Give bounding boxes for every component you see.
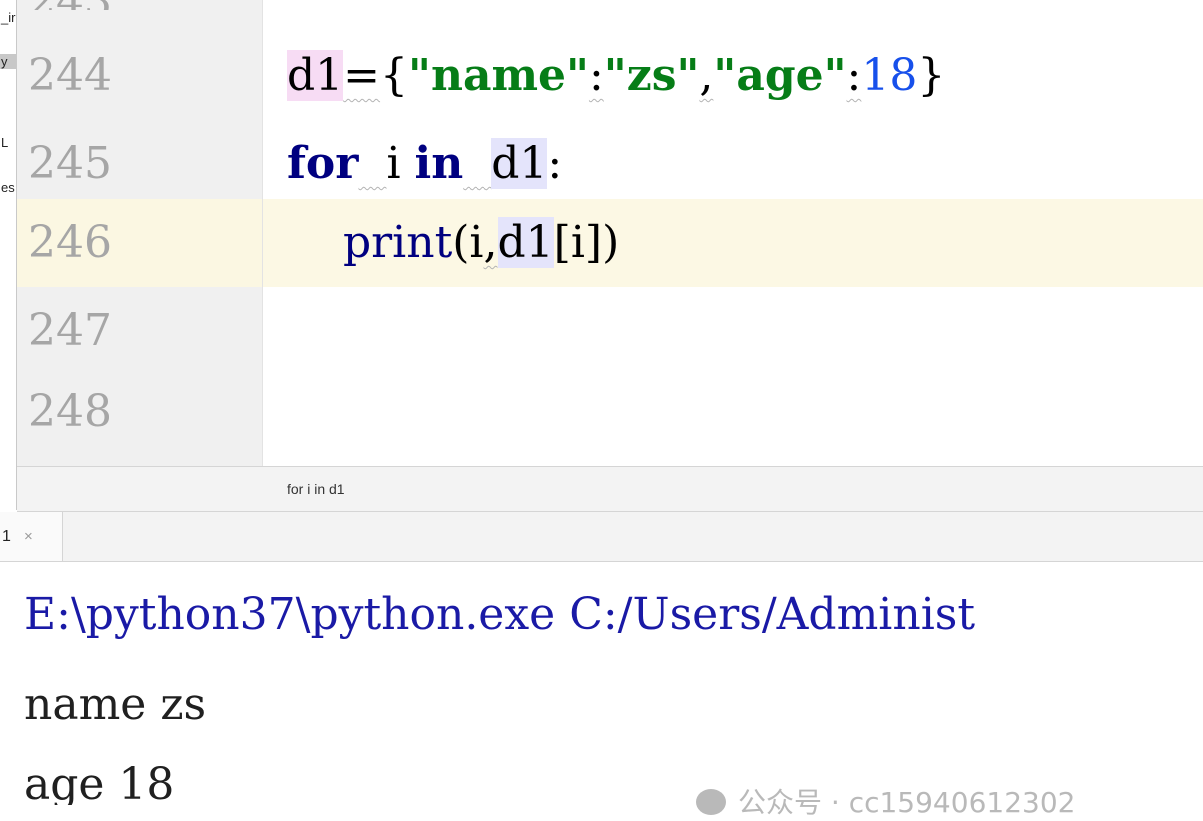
keyword-for: for <box>287 138 359 189</box>
builtin-print: print <box>342 217 453 268</box>
whitespace-warning <box>358 138 386 189</box>
project-panel-edge[interactable]: _ir y L es <box>0 0 17 510</box>
line-number-gutter[interactable]: 243 244 245 246 247 248 <box>17 0 263 466</box>
code-line-245[interactable]: for i in d1: <box>287 120 562 208</box>
code-line-244[interactable]: d1={"name":"zs","age":18} <box>287 32 945 120</box>
breadcrumb[interactable]: for i in d1 <box>287 467 345 511</box>
loop-variable: i <box>386 138 401 189</box>
colon: : <box>588 50 604 101</box>
argument: i <box>469 217 484 268</box>
comma: , <box>699 50 714 101</box>
project-item-fragment[interactable]: L <box>1 135 8 150</box>
code-text-area[interactable]: d1={"name":"zs","age":18} for i in d1: p… <box>263 0 1203 466</box>
run-console[interactable]: E:\python37\python.exe C:/Users/Administ… <box>0 562 1203 805</box>
keyword-in: in <box>414 138 464 189</box>
operator: = <box>343 50 381 101</box>
console-output-line: name zs <box>24 679 207 730</box>
watermark: 公众号 · cc15940612302 <box>696 781 1075 821</box>
comma: , <box>483 217 498 268</box>
watermark-text: 公众号 · cc15940612302 <box>738 786 1076 819</box>
paren: ( <box>452 217 470 268</box>
subscript: [i] <box>553 217 603 268</box>
line-number: 244 <box>28 50 112 101</box>
project-item-fragment[interactable]: _ir <box>1 10 15 25</box>
wechat-icon <box>696 789 726 815</box>
brace: } <box>917 50 946 101</box>
line-number-current: 246 <box>17 199 262 287</box>
variable-d1-usage: d1 <box>491 138 548 189</box>
colon: : <box>547 138 563 189</box>
project-item-fragment[interactable]: es <box>1 180 15 195</box>
whitespace-warning <box>463 138 491 189</box>
variable-d1-usage: d1 <box>497 217 554 268</box>
breadcrumb-bar: for i in d1 <box>17 466 1203 512</box>
project-item-selected-fragment[interactable]: y <box>0 54 16 69</box>
console-output-line: age 18 <box>24 759 175 805</box>
string-key: "age" <box>713 50 847 101</box>
code-line-246[interactable]: print(i,d1[i]) <box>287 199 619 287</box>
run-tab-strip: 1 × <box>0 512 1203 562</box>
variable-d1: d1 <box>287 50 344 101</box>
console-command-line: E:\python37\python.exe C:/Users/Administ <box>24 589 976 640</box>
string-key: "name" <box>408 50 589 101</box>
close-icon[interactable]: × <box>24 512 33 561</box>
run-tab[interactable]: 1 × <box>0 512 63 561</box>
number-literal: 18 <box>861 50 918 101</box>
code-editor[interactable]: 243 244 245 246 247 248 d1={"name":"zs",… <box>17 0 1203 466</box>
paren: ) <box>602 217 620 268</box>
line-number: 243 <box>17 0 262 10</box>
colon: : <box>846 50 862 101</box>
line-number: 245 <box>28 138 112 189</box>
line-number: 248 <box>28 386 112 437</box>
run-tab-label: 1 <box>2 528 11 545</box>
brace: { <box>380 50 409 101</box>
string-value: "zs" <box>603 50 700 101</box>
line-number: 247 <box>28 305 112 356</box>
